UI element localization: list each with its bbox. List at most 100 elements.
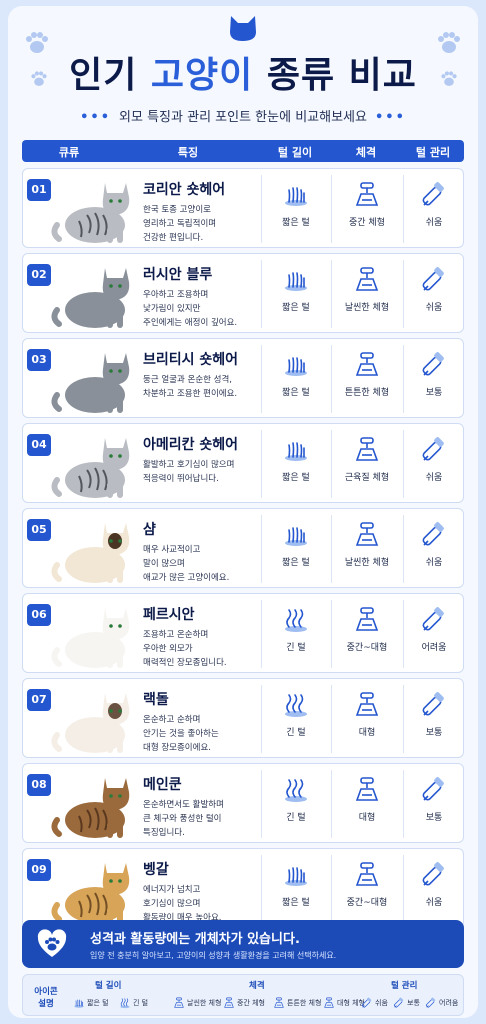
- column-header: 털 길이: [277, 146, 313, 159]
- description-line: 낯가림이 있지만: [143, 304, 201, 314]
- legend-short-fur: 짧은 털: [73, 997, 109, 1009]
- icon-legend: 아이콘 설명 털 길이 체격 털 관리 짧은 털 긴 털 날씬한 체형 중간 체형 튼튼…: [22, 974, 464, 1016]
- grooming-cell: 쉬움: [403, 515, 465, 583]
- body-type-label: 근육질 체형: [344, 473, 390, 483]
- cat-image: [51, 268, 130, 328]
- body-type-icon: [331, 351, 403, 379]
- cat-image: [51, 353, 130, 413]
- column-header: 특징: [177, 146, 199, 159]
- description-line: 조용하고 온순하며: [143, 630, 209, 640]
- fur-length-cell: 긴 털: [261, 770, 331, 838]
- fur-length-label: 긴 털: [286, 728, 306, 738]
- short-fur-icon: [261, 351, 331, 379]
- brush-icon: [403, 606, 465, 634]
- legend-long-fur: 긴 털: [119, 997, 148, 1009]
- page-subtitle: ••• 외모 특징과 관리 포인트 한눈에 비교해보세요 •••: [80, 110, 406, 125]
- body-type-cell: 날씬한 체형: [331, 260, 403, 328]
- column-header: 털 관리: [415, 146, 451, 159]
- breed-name: 브리티시 숏헤어: [143, 352, 239, 368]
- fur-length-label: 짧은 털: [282, 388, 310, 398]
- brush-icon: [403, 521, 465, 549]
- body-type-label: 대형: [358, 728, 376, 738]
- body-type-icon: [331, 521, 403, 549]
- brush-icon: [403, 181, 465, 209]
- column-header: 체격: [355, 146, 377, 159]
- legend-title: 아이콘 설명: [34, 987, 58, 1009]
- grooming-cell: 보통: [403, 770, 465, 838]
- body-type-icon: [331, 776, 403, 804]
- long-fur-icon: [261, 776, 331, 804]
- short-fur-icon: [261, 181, 331, 209]
- cat-image: [51, 523, 130, 583]
- fur-length-cell: 짧은 털: [261, 260, 331, 328]
- breed-description: 조용하고 온순하며 우아한 외모가 매력적인 장모종입니다.: [143, 628, 267, 670]
- description-line: 건강한 편입니다.: [143, 233, 204, 243]
- grooming-cell: 보통: [403, 685, 465, 753]
- body-type-label: 튼튼한 체형: [344, 388, 390, 398]
- brush-icon: [403, 861, 465, 889]
- body-type-cell: 중간~대형: [331, 600, 403, 668]
- table-header: 큐류 특징 털 길이 체격 털 관리: [22, 140, 464, 162]
- body-type-label: 날씬한 체형: [344, 558, 390, 568]
- breed-row: 06 페르시안 조용하고 온순하며 우아한 외모가 매력적인 장모종입니다. 긴 털 중간~…: [22, 593, 464, 673]
- legend-label: 짧은 털: [87, 999, 109, 1007]
- legend-label: 보통: [407, 999, 420, 1007]
- body-type-label: 대형: [358, 813, 376, 823]
- brush-icon: [403, 266, 465, 294]
- description-line: 한국 토종 고양이로: [143, 205, 211, 215]
- legend-label: 쉬움: [375, 999, 388, 1007]
- row-number: 09: [27, 859, 51, 881]
- brush-icon: [403, 691, 465, 719]
- description-line: 큰 체구와 풍성한 털이: [143, 814, 222, 824]
- legend-care-normal: 보통: [393, 997, 420, 1009]
- legend-slim-body: 날씬한 체형: [173, 997, 221, 1009]
- grooming-label: 보통: [425, 388, 443, 398]
- breed-row: 01 코리안 숏헤어 한국 토종 고양이로 영리하고 독립적이며 건강한 편입니다. 짧은…: [22, 168, 464, 248]
- breed-description: 온순하고 순하며 안기는 것을 좋아하는 대형 장모종이에요.: [143, 713, 267, 755]
- breed-name: 러시안 블루: [143, 267, 213, 283]
- legend-label: 튼튼한 체형: [287, 999, 322, 1007]
- breed-description: 매우 사교적이고 말이 많으며 애교가 많은 고양이에요.: [143, 543, 267, 585]
- fur-length-label: 짧은 털: [282, 218, 310, 228]
- long-fur-icon: [261, 606, 331, 634]
- grooming-label: 어려움: [421, 643, 447, 653]
- row-number: 08: [27, 774, 51, 796]
- grooming-label: 보통: [425, 728, 443, 738]
- long-fur-icon: [261, 691, 331, 719]
- description-line: 특징입니다.: [143, 828, 185, 838]
- fur-length-cell: 긴 털: [261, 685, 331, 753]
- row-number: 02: [27, 264, 51, 286]
- fur-length-cell: 짧은 털: [261, 515, 331, 583]
- body-type-icon: [331, 606, 403, 634]
- body-type-cell: 근육질 체형: [331, 430, 403, 498]
- breed-row: 07 랙돌 온순하고 순하며 안기는 것을 좋아하는 대형 장모종이에요. 긴 털 대형 보통: [22, 678, 464, 758]
- breed-description: 둥근 얼굴과 온순한 성격, 차분하고 조용한 편이에요.: [143, 373, 267, 401]
- fur-length-label: 짧은 털: [282, 558, 310, 568]
- row-number: 05: [27, 519, 51, 541]
- grooming-label: 쉬움: [425, 558, 443, 568]
- breed-name: 랙돌: [143, 692, 169, 708]
- fur-length-label: 긴 털: [286, 813, 306, 823]
- breed-row: 03 브리티시 숏헤어둥근 얼굴과 온순한 성격, 차분하고 조용한 편이에요. 짧은…: [22, 338, 464, 418]
- cat-image: [51, 183, 130, 243]
- notice-title: 성격과 활동량에는 개체차가 있습니다.: [90, 932, 300, 947]
- short-fur-icon: [261, 436, 331, 464]
- breed-description: 활발하고 호기심이 많으며 적응력이 뛰어납니다.: [143, 458, 267, 486]
- description-line: 에너지가 넘치고: [143, 885, 201, 895]
- grooming-cell: 쉬움: [403, 260, 465, 328]
- body-type-cell: 중간~대형: [331, 855, 403, 923]
- breed-name: 페르시안: [143, 607, 195, 623]
- short-fur-icon: [261, 266, 331, 294]
- breed-row: 09 벵갈 에너지가 넘치고 호기심이 많으며 활동량이 매우 높아요. 짧은 털 중간~대…: [22, 848, 464, 928]
- legend-sturdy-body: 튼튼한 체형: [273, 997, 321, 1009]
- body-type-label: 중간 체형: [349, 218, 385, 228]
- cat-image: [51, 438, 130, 498]
- fur-length-label: 짧은 털: [282, 303, 310, 313]
- body-type-label: 중간~대형: [346, 898, 388, 908]
- cat-image: [51, 608, 130, 668]
- grooming-label: 쉬움: [425, 218, 443, 228]
- breed-description: 한국 토종 고양이로 영리하고 독립적이며 건강한 편입니다.: [143, 203, 267, 245]
- row-number: 03: [27, 349, 51, 371]
- breed-name: 샴: [143, 522, 156, 538]
- brush-icon: [403, 436, 465, 464]
